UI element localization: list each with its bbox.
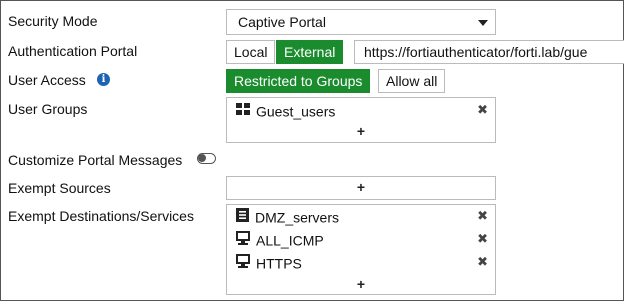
destination-name: ALL_ICMP (256, 232, 324, 249)
destination-name: HTTPS (256, 255, 302, 272)
remove-all-icmp-button[interactable]: ✖ (477, 231, 488, 247)
remove-dmz-servers-button[interactable]: ✖ (477, 208, 488, 224)
info-icon[interactable]: i (97, 73, 110, 86)
security-mode-select[interactable]: Captive Portal (226, 9, 496, 35)
security-mode-value: Captive Portal (238, 14, 326, 30)
auth-portal-external-option[interactable]: External (276, 40, 344, 64)
auth-portal-external-label: External (284, 44, 336, 60)
list-item: DMZ_servers (236, 208, 339, 226)
remove-https-button[interactable]: ✖ (477, 254, 488, 270)
allow-all-option[interactable]: Allow all (378, 69, 446, 93)
exempt-destinations-label: Exempt Destinations/Services (8, 208, 194, 224)
list-item: HTTPS (236, 254, 302, 272)
destination-name: DMZ_servers (255, 209, 340, 226)
address-group-icon (236, 208, 249, 223)
user-group-name: Guest_users (256, 103, 336, 120)
user-groups-label: User Groups (8, 101, 88, 117)
exempt-sources-box: + (226, 176, 496, 200)
user-group-icon (236, 103, 250, 116)
list-item: ALL_ICMP (236, 231, 324, 249)
allow-all-label: Allow all (386, 73, 438, 89)
user-groups-box: Guest_users ✖ + (226, 97, 496, 143)
settings-panel: Security Mode Captive Portal Authenticat… (0, 0, 624, 301)
exempt-destinations-box: DMZ_servers ✖ ALL_ICMP ✖ HTTPS ✖ + (226, 204, 496, 295)
portal-url-value: https://fortiauthenticator/forti.lab/gue (364, 44, 588, 60)
user-access-label: User Access (8, 72, 86, 88)
customize-portal-toggle[interactable] (197, 153, 216, 164)
service-icon (236, 254, 250, 269)
auth-portal-local-option[interactable]: Local (226, 40, 276, 64)
list-item: Guest_users (236, 102, 335, 120)
restricted-to-groups-option[interactable]: Restricted to Groups (226, 69, 371, 93)
security-mode-label: Security Mode (8, 13, 98, 29)
authentication-portal-label: Authentication Portal (8, 43, 138, 59)
add-user-group-button[interactable]: + (227, 123, 495, 139)
restricted-to-groups-label: Restricted to Groups (234, 73, 363, 89)
add-exempt-destination-button[interactable]: + (227, 276, 495, 292)
service-icon (236, 231, 250, 246)
chevron-down-icon (478, 20, 488, 26)
portal-url-input[interactable]: https://fortiauthenticator/forti.lab/gue (354, 40, 624, 64)
remove-guest-users-button[interactable]: ✖ (477, 102, 488, 118)
customize-portal-messages-label: Customize Portal Messages (8, 152, 183, 168)
exempt-sources-label: Exempt Sources (8, 180, 111, 196)
auth-portal-local-label: Local (234, 44, 268, 60)
add-exempt-source-button[interactable]: + (227, 179, 495, 195)
